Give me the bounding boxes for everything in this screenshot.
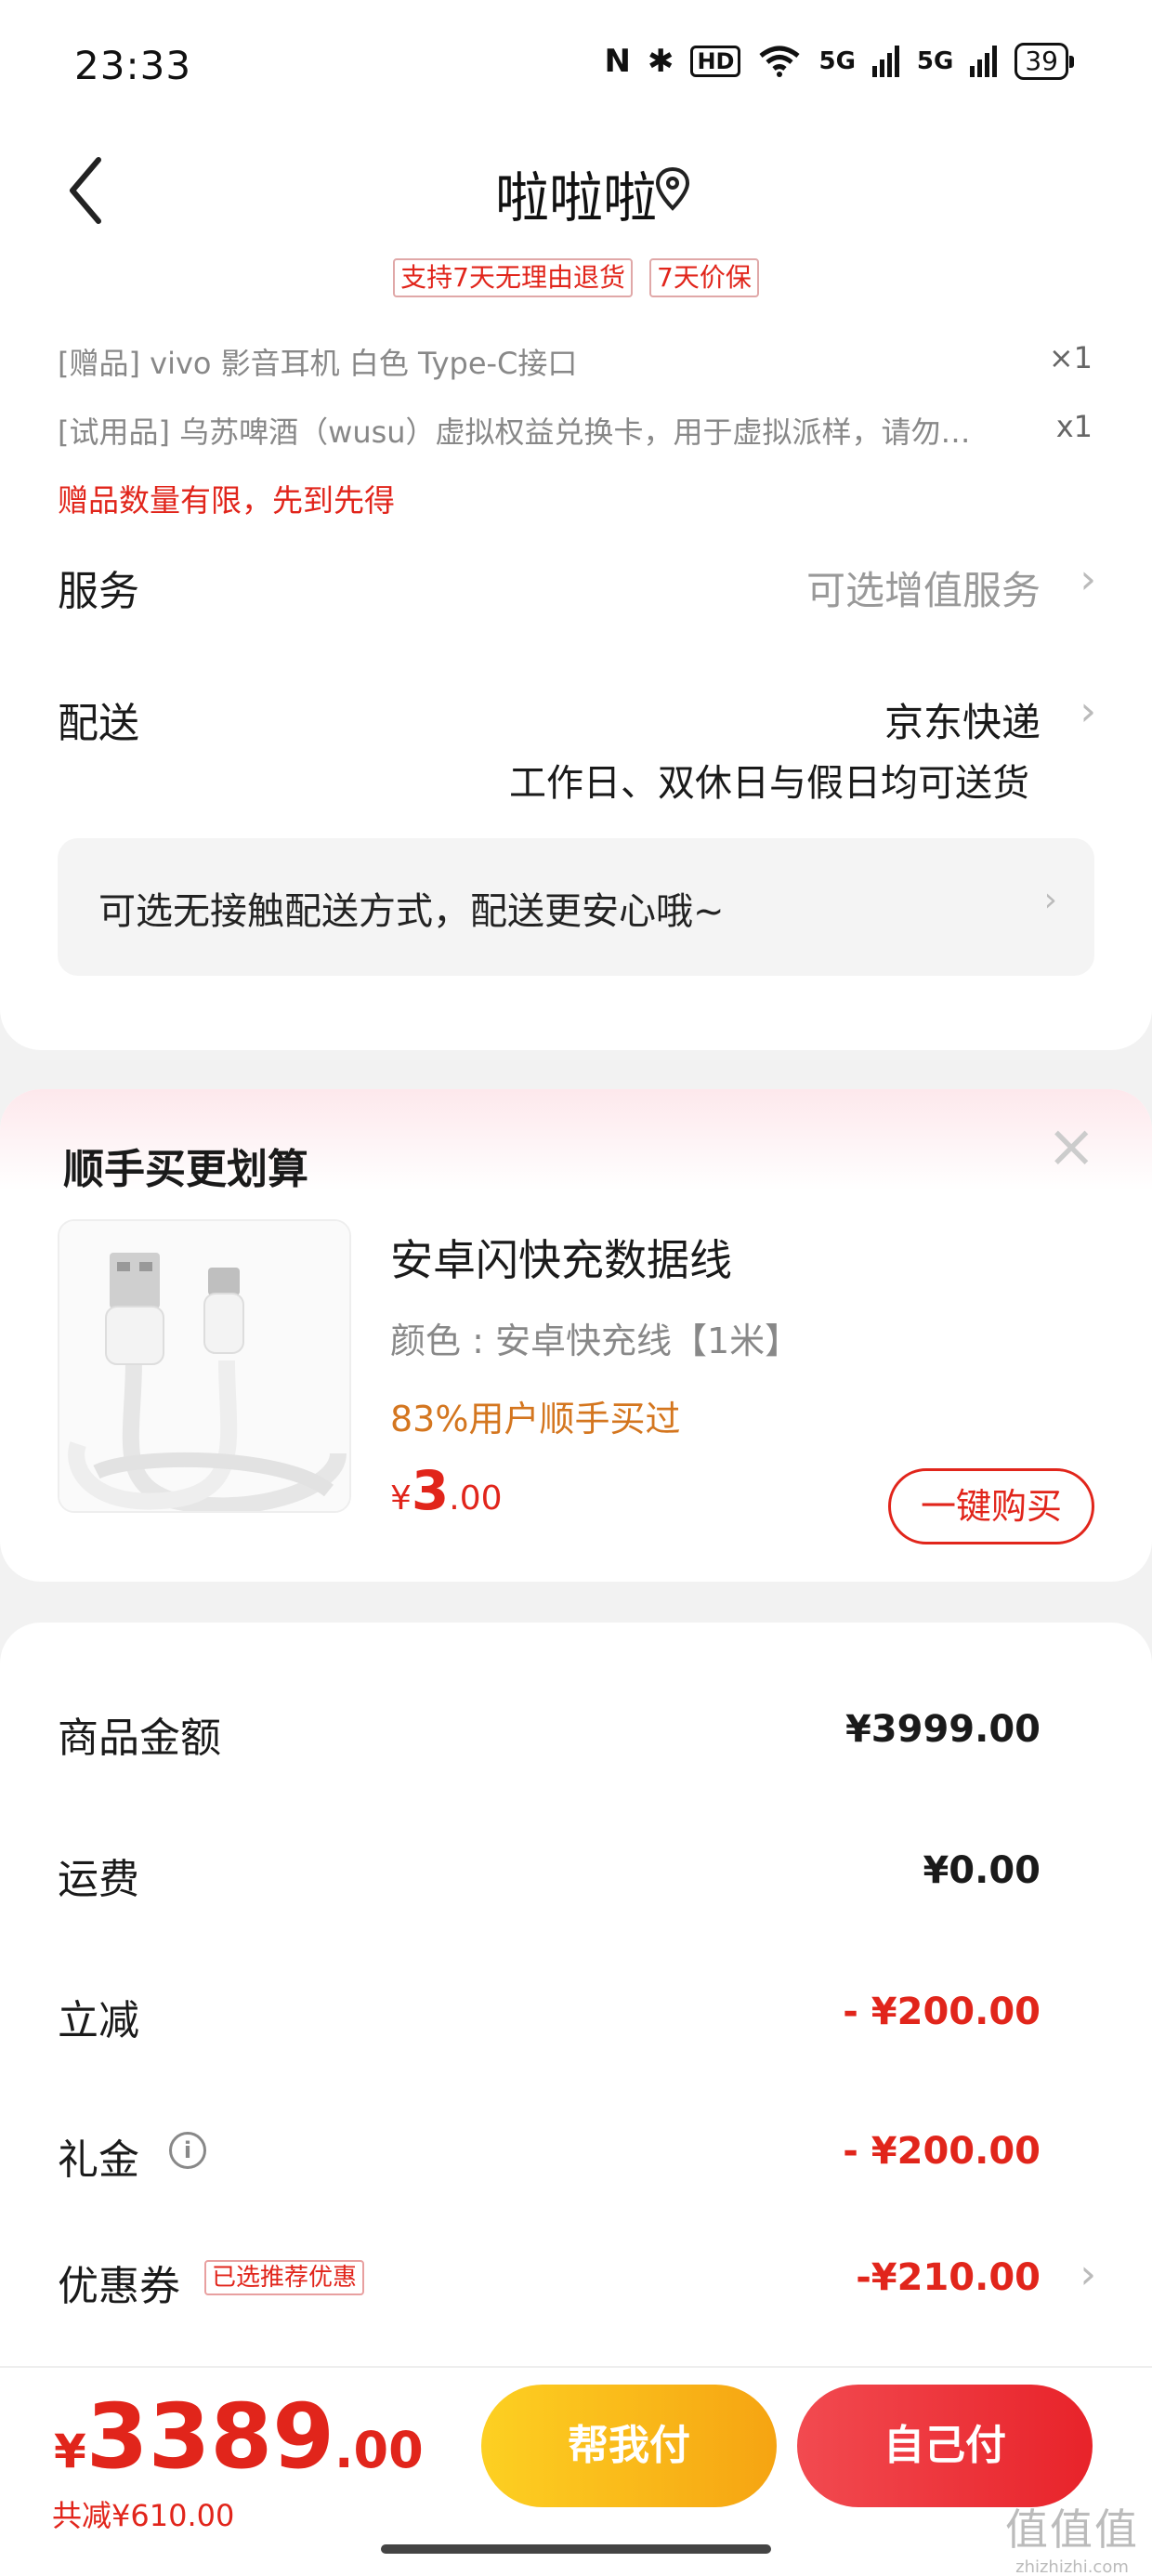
- chevron-right-icon: ›: [1080, 2251, 1096, 2298]
- summary-row-coupon[interactable]: 优惠券 已选推荐优惠 -¥210.00 ›: [0, 2245, 1152, 2320]
- contactless-delivery-option[interactable]: 可选无接触配送方式，配送更安心哦~ ›: [58, 838, 1094, 976]
- info-icon[interactable]: i: [169, 2132, 206, 2169]
- watermark: 值值值 zhizhizhi.com: [1005, 2496, 1139, 2576]
- checkout-bar: ¥3389.00 共减¥610.00 帮我付 自己付 值值值 zhizhizhi…: [0, 2366, 1152, 2576]
- status-time: 23:33: [74, 43, 192, 88]
- page-title: 啦啦啦: [494, 166, 657, 230]
- gift-limit-notice: 赠品数量有限，先到先得: [58, 482, 395, 519]
- usb-cable-image: [59, 1221, 349, 1511]
- one-click-buy-button[interactable]: 一键购买: [888, 1468, 1094, 1544]
- help-pay-button[interactable]: 帮我付: [481, 2385, 777, 2507]
- chevron-right-icon: ›: [1043, 881, 1057, 919]
- delivery-value: 京东快递: [884, 700, 1041, 745]
- home-indicator[interactable]: [381, 2544, 771, 2554]
- status-icons: N ✱ HD 5G 5G 39: [604, 43, 1074, 80]
- contactless-text: 可选无接触配送方式，配送更安心哦~: [98, 890, 725, 933]
- price-decimal: .00: [449, 1479, 503, 1518]
- signal-bars-2-icon: [970, 46, 998, 77]
- price-summary-card: 商品金额 ¥3999.00 运费 ¥0.00 立减 - ¥200.00 礼金 i…: [0, 1623, 1152, 2366]
- delivery-row[interactable]: 配送 京东快递 › 工作日、双休日与假日均可送货: [0, 671, 1152, 810]
- watermark-logo: 值值值: [1005, 2504, 1139, 2555]
- battery-icon: 39: [1015, 43, 1074, 80]
- delivery-label: 配送: [58, 700, 139, 747]
- summary-label: 商品金额: [58, 1715, 221, 1762]
- status-bar: 23:33 N ✱ HD 5G 5G 39: [0, 0, 1152, 130]
- page-header: 啦啦啦: [0, 130, 1152, 251]
- summary-row-discount: 立减 - ¥200.00: [0, 1979, 1152, 2054]
- product-image[interactable]: [58, 1219, 351, 1513]
- summary-value: - ¥200.00: [843, 1991, 1041, 2033]
- product-price: ¥3.00: [390, 1459, 503, 1522]
- upsell-card: 顺手买更划算 × 安卓闪快充数据线 颜色 : 安卓快充线【1米】 83%用户顺手…: [0, 1089, 1152, 1582]
- location-pin-icon[interactable]: [654, 165, 691, 214]
- order-details-card: 支持7天无理由退货 7天价保 [赠品] vivo 影音耳机 白色 Type-C接…: [0, 251, 1152, 1050]
- watermark-url: zhizhizhi.com: [1015, 2557, 1129, 2576]
- purchase-hint: 83%用户顺手买过: [390, 1399, 681, 1439]
- summary-label: 优惠券: [58, 2263, 180, 2310]
- summary-label: 运费: [58, 1856, 139, 1903]
- summary-value: - ¥200.00: [843, 2130, 1041, 2173]
- summary-row-gift-money: 礼金 i - ¥200.00: [0, 2119, 1152, 2193]
- summary-row-shipping: 运费 ¥0.00: [0, 1838, 1152, 1912]
- service-label: 服务: [58, 568, 139, 615]
- product-name[interactable]: 安卓闪快充数据线: [390, 1227, 732, 1288]
- total-saved: 共减¥610.00: [52, 2498, 235, 2533]
- trial-item: [试用品] 乌苏啤酒（wusu）虚拟权益兑换卡，用于虚拟派样，请勿…: [58, 414, 971, 450]
- summary-value: ¥0.00: [923, 1849, 1041, 1892]
- service-value: 可选增值服务: [805, 568, 1041, 613]
- service-row[interactable]: 服务 可选增值服务 ›: [0, 539, 1152, 632]
- close-icon[interactable]: ×: [1046, 1117, 1096, 1176]
- total-integer: 3389: [85, 2385, 334, 2489]
- return-policy-tag: 支持7天无理由退货: [393, 258, 633, 297]
- signal-5g-2-icon: 5G: [916, 47, 954, 75]
- summary-value: -¥210.00: [856, 2256, 1041, 2299]
- summary-label: 礼金: [58, 2136, 139, 2184]
- coupon-badge: 已选推荐优惠: [204, 2260, 365, 2295]
- summary-label: 立减: [58, 1997, 139, 2044]
- signal-bars-1-icon: [871, 46, 899, 77]
- product-spec: 颜色 : 安卓快充线【1米】: [390, 1321, 801, 1361]
- bluetooth-icon: ✱: [647, 43, 674, 80]
- summary-value: ¥3999.00: [844, 1708, 1041, 1751]
- chevron-right-icon: ›: [1080, 556, 1096, 603]
- gift-item-qty: ×1: [1048, 340, 1093, 375]
- hd-icon: HD: [690, 46, 741, 77]
- total-symbol: ¥: [54, 2425, 86, 2478]
- chevron-right-icon: ›: [1080, 688, 1096, 735]
- summary-row-goods: 商品金额 ¥3999.00: [0, 1697, 1152, 1771]
- total-decimal: .00: [334, 2421, 424, 2479]
- price-integer: 3: [411, 1459, 450, 1522]
- signal-5g-1-icon: 5G: [818, 47, 856, 75]
- price-protection-tag: 7天价保: [649, 258, 759, 297]
- wifi-icon: [759, 46, 801, 77]
- total-price: ¥3389.00: [54, 2385, 424, 2489]
- price-symbol: ¥: [390, 1479, 412, 1518]
- self-pay-button[interactable]: 自己付: [797, 2385, 1093, 2507]
- gift-item: [赠品] vivo 影音耳机 白色 Type-C接口: [58, 346, 578, 381]
- guarantee-tags: 支持7天无理由退货 7天价保: [0, 258, 1152, 297]
- upsell-title: 顺手买更划算: [63, 1146, 308, 1193]
- trial-item-qty: x1: [1055, 409, 1093, 444]
- nfc-icon: N: [604, 43, 631, 80]
- delivery-schedule: 工作日、双休日与假日均可送货: [509, 762, 1029, 805]
